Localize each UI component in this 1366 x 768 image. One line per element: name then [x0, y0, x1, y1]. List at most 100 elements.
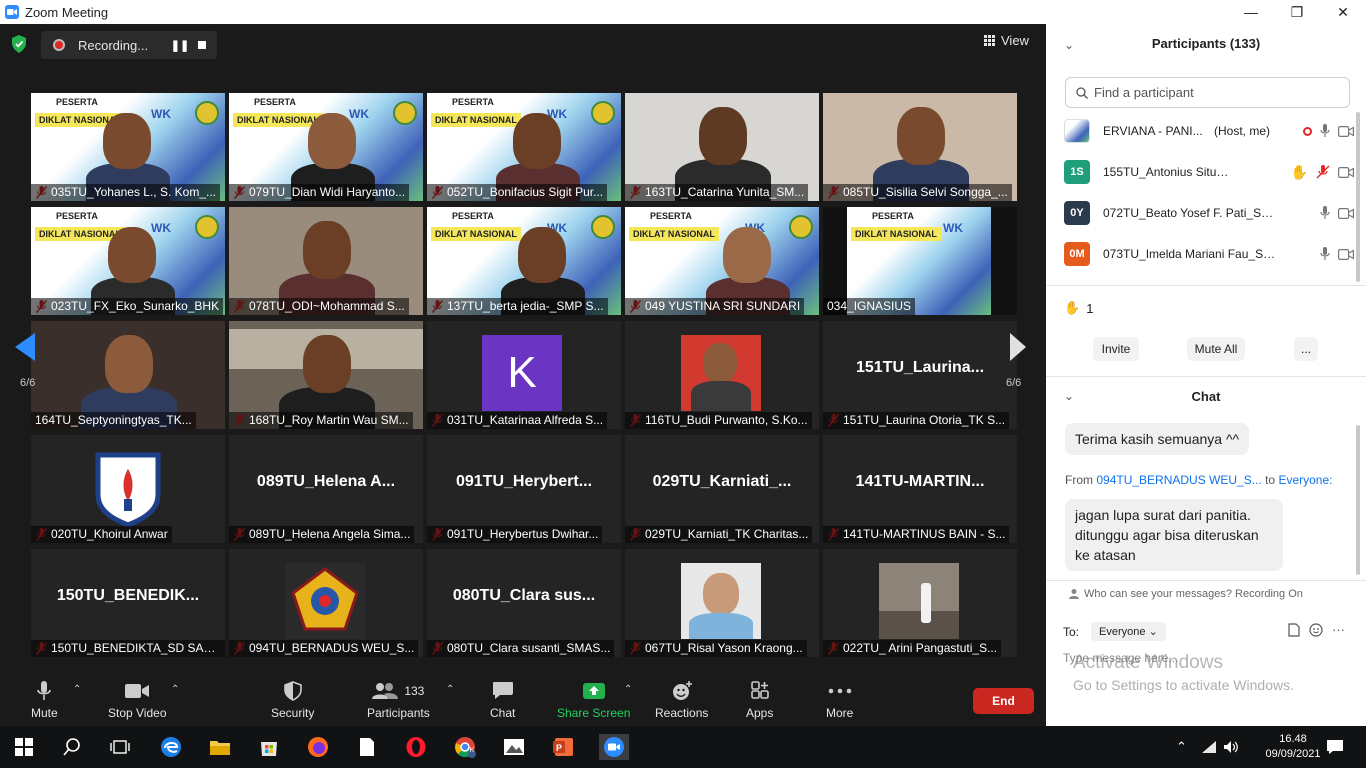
participant-search-input[interactable]: Find a participant — [1065, 77, 1350, 108]
zoom-app-icon[interactable] — [599, 734, 629, 760]
participant-video-tile[interactable]: 067TU_Risal Yason Kraong... — [625, 549, 819, 657]
participants-button[interactable]: 133 Participants — [367, 680, 430, 720]
muted-microphone-icon[interactable] — [1316, 165, 1330, 179]
next-page-arrow-icon[interactable] — [1010, 333, 1026, 361]
participant-row[interactable]: 1S 155TU_Antonius Situmoran... ✋ — [1064, 159, 1354, 185]
share-options-caret-icon[interactable]: ⌃ — [624, 684, 632, 695]
more-button[interactable]: More — [826, 680, 853, 720]
participants-more-button[interactable]: ... — [1294, 337, 1318, 361]
participant-row[interactable]: ERVIANA - PANI... (Host, me) — [1064, 118, 1354, 144]
photos-icon[interactable] — [501, 734, 527, 760]
microsoft-store-icon[interactable] — [256, 734, 282, 760]
end-meeting-button[interactable]: End — [973, 688, 1034, 714]
participant-video-tile[interactable]: 116TU_Budi Purwanto, S.Ko... — [625, 321, 819, 429]
emoji-icon[interactable] — [1309, 623, 1323, 637]
participant-video-tile[interactable]: 029TU_Karniati_... 029TU_Karniati_TK Char… — [625, 435, 819, 543]
mute-all-button[interactable]: Mute All — [1187, 337, 1245, 361]
sender-name-link[interactable]: 094TU_BERNADUS WEU_S... — [1096, 473, 1261, 487]
participant-row[interactable]: 0M 073TU_Imelda Mariani Fau_SMP... — [1064, 241, 1354, 267]
participant-video-tile[interactable]: PESERTA DIKLAT NASIONAL WK 052TU_Bonifacius… — [427, 93, 621, 201]
participant-video-tile[interactable]: 022TU_ Arini Pangastuti_S... — [823, 549, 1017, 657]
mute-button[interactable]: Mute — [31, 680, 58, 720]
chat-button[interactable]: Chat — [490, 680, 515, 720]
participant-video-tile[interactable]: 163TU_Catarina Yunita_SM... — [625, 93, 819, 201]
to-label: to — [1265, 473, 1276, 487]
recipient-select[interactable]: Everyone ⌄ — [1091, 622, 1166, 641]
system-tray: ⌃ — [1176, 726, 1239, 768]
participant-video-tile[interactable]: 168TU_Roy Martin Wau SM... — [229, 321, 423, 429]
restore-button[interactable]: ❐ — [1274, 0, 1320, 24]
participant-video-tile[interactable]: K 031TU_Katarinaa Alfreda S... — [427, 321, 621, 429]
chat-visibility-note[interactable]: Who can see your messages? Recording On — [1084, 588, 1303, 600]
apps-button[interactable]: Apps — [746, 680, 773, 720]
document-icon[interactable] — [354, 734, 380, 760]
invite-button[interactable]: Invite — [1093, 337, 1139, 361]
previous-page-arrow-icon[interactable] — [15, 333, 35, 361]
participant-video-tile[interactable]: PESERTADIKLAT NASIONALWK049 YUSTINA SRI … — [625, 207, 819, 315]
file-icon[interactable] — [1288, 623, 1300, 637]
view-button[interactable]: View — [984, 33, 1029, 48]
search-icon[interactable] — [59, 734, 85, 760]
task-view-icon[interactable] — [107, 734, 133, 760]
participant-video-tile[interactable]: 089TU_Helena A... 089TU_Helena Angela Sim… — [229, 435, 423, 543]
file-explorer-icon[interactable] — [207, 734, 233, 760]
participant-video-tile[interactable]: 020TU_Khoirul Anwar — [31, 435, 225, 543]
audio-options-caret-icon[interactable]: ⌃ — [73, 684, 81, 695]
notifications-icon[interactable] — [1322, 734, 1348, 760]
pause-recording-button[interactable]: ❚❚ — [168, 39, 192, 52]
taskbar-clock[interactable]: 16.48 09/09/2021 — [1262, 732, 1324, 762]
participant-name-label: 089TU_Helena Angela Sima... — [229, 526, 415, 543]
participant-name: 073TU_Imelda Mariani Fau_SMP... — [1103, 247, 1283, 261]
emblem-icon — [393, 101, 417, 125]
participant-video-tile[interactable]: 078TU_ODI~Mohammad S... — [229, 207, 423, 315]
edge-browser-icon[interactable] — [158, 734, 184, 760]
participants-scrollbar[interactable] — [1356, 112, 1360, 282]
close-button[interactable]: ✕ — [1320, 0, 1366, 24]
network-icon[interactable] — [1201, 740, 1217, 754]
stop-recording-button[interactable] — [198, 41, 206, 49]
windows-start-icon[interactable] — [11, 734, 37, 760]
security-shield-icon[interactable] — [11, 35, 27, 53]
microphone-icon[interactable] — [1320, 124, 1330, 138]
participant-video-tile[interactable]: PESERTA DIKLAT NASIONAL WK 079TU_Dian Widi … — [229, 93, 423, 201]
person-face — [699, 107, 747, 165]
participant-video-tile[interactable]: PESERTA DIKLAT NASIONAL WK 035TU_Yohanes L.… — [31, 93, 225, 201]
chat-recipient-row: To: Everyone ⌄ — [1063, 622, 1166, 641]
raised-hands-summary: ✋ 1 — [1064, 300, 1093, 316]
video-camera-icon[interactable] — [1338, 166, 1354, 178]
participant-video-tile[interactable]: 085TU_Sisilia Selvi Songga_... — [823, 93, 1017, 201]
participants-options-caret-icon[interactable]: ⌃ — [446, 684, 454, 695]
show-hidden-icons-chevron-icon[interactable]: ⌃ — [1176, 739, 1187, 755]
participant-video-tile[interactable]: 164TU_Septyoningtyas_TK... — [31, 321, 225, 429]
video-camera-icon[interactable] — [1338, 125, 1354, 137]
participant-video-tile[interactable]: 080TU_Clara sus... 080TU_Clara susanti_SM… — [427, 549, 621, 657]
shield-icon — [283, 681, 302, 701]
firefox-icon[interactable] — [305, 734, 331, 760]
participant-video-tile[interactable]: 151TU_Laurina... 151TU_Laurina Otoria_TK … — [823, 321, 1017, 429]
participant-video-tile[interactable]: 150TU_BENEDIK... 150TU_BENEDIKTA_SD SAN..… — [31, 549, 225, 657]
participant-video-tile[interactable]: PESERTA DIKLAT NASIONAL WK 023TU_FX_Eko_Sun… — [31, 207, 225, 315]
video-camera-icon[interactable] — [1338, 248, 1354, 260]
video-camera-icon[interactable] — [1338, 207, 1354, 219]
volume-icon[interactable] — [1223, 740, 1239, 754]
reactions-button[interactable]: Reactions — [655, 680, 708, 720]
powerpoint-icon[interactable]: P — [550, 734, 576, 760]
participant-video-tile[interactable]: 091TU_Herybert... 091TU_Herybertus Dwihar… — [427, 435, 621, 543]
participant-video-tile[interactable]: 094TU_BERNADUS WEU_S... — [229, 549, 423, 657]
share-screen-button[interactable]: Share Screen — [557, 680, 630, 720]
microphone-icon[interactable] — [1320, 206, 1330, 220]
opera-icon[interactable] — [403, 734, 429, 760]
video-options-caret-icon[interactable]: ⌃ — [171, 684, 179, 695]
minimize-button[interactable]: — — [1228, 0, 1274, 24]
chat-scrollbar[interactable] — [1356, 425, 1360, 575]
participant-row[interactable]: 0Y 072TU_Beato Yosef F. Pati_SMP ... — [1064, 200, 1354, 226]
recipient-link[interactable]: Everyone: — [1278, 473, 1332, 487]
participant-video-tile[interactable]: 141TU-MARTIN... 141TU-MARTINUS BAIN - S..… — [823, 435, 1017, 543]
stop-video-button[interactable]: Stop Video — [108, 680, 167, 720]
chrome-icon[interactable]: K — [452, 734, 478, 760]
security-button[interactable]: Security — [271, 680, 314, 720]
chat-more-button[interactable]: ··· — [1332, 622, 1345, 637]
participant-video-tile[interactable]: PESERTA DIKLAT NASIONAL WK 137TU_berta jedi… — [427, 207, 621, 315]
participant-video-tile[interactable]: PESERTA DIKLAT NASIONAL WK 034_IGNASIUS — [823, 207, 1017, 315]
microphone-icon[interactable] — [1320, 247, 1330, 261]
